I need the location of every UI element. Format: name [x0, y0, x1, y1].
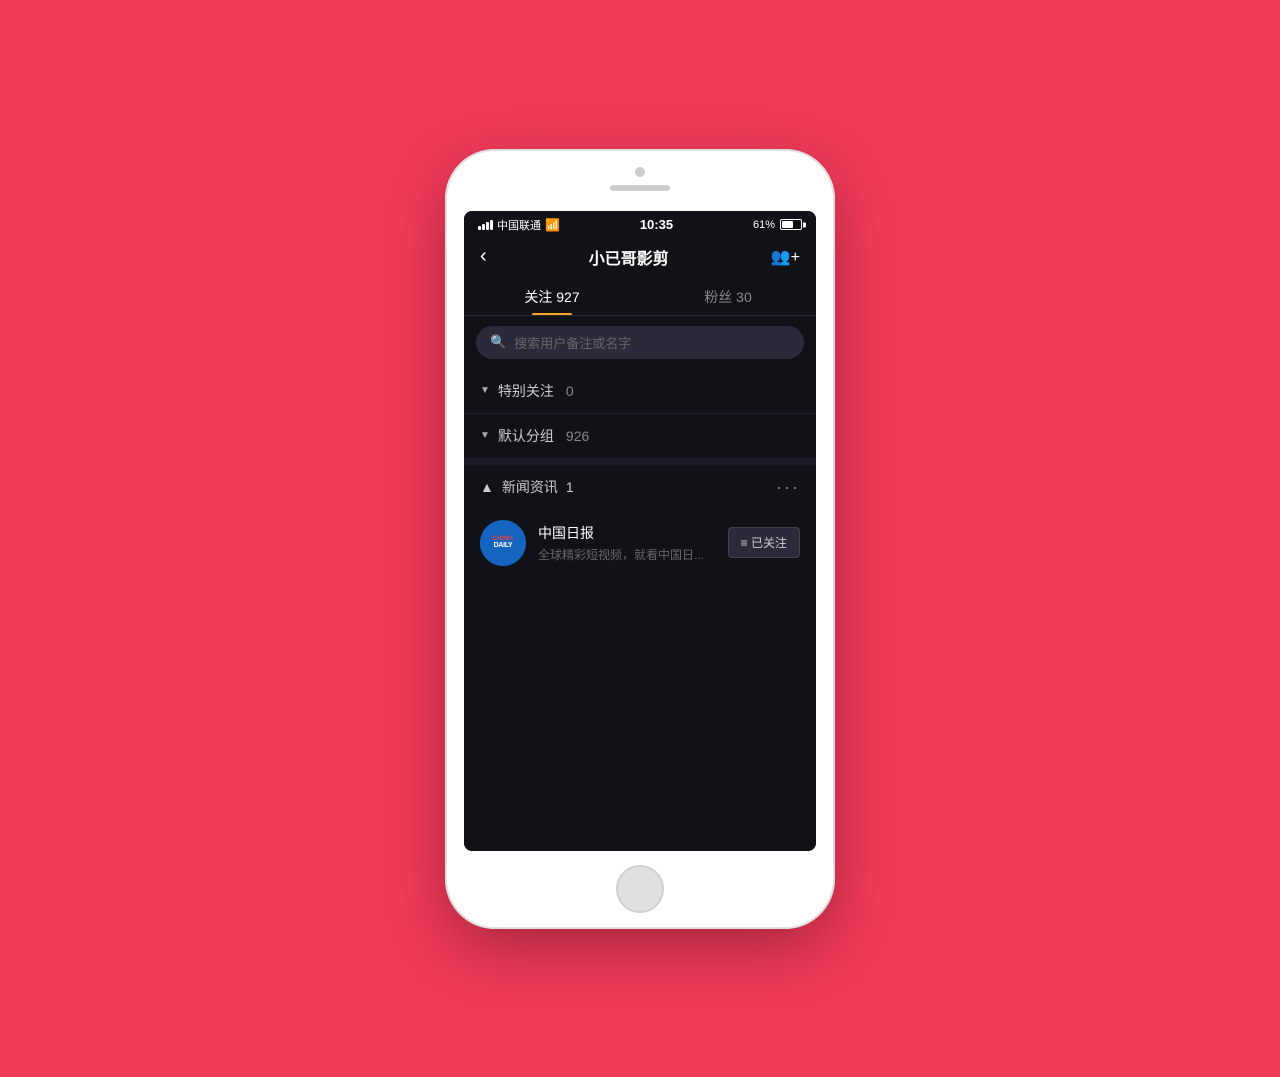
battery-icon — [780, 219, 802, 230]
status-time: 10:35 — [640, 217, 673, 232]
news-label: 新闻资讯 — [502, 477, 558, 497]
signal-bar-2 — [482, 224, 485, 230]
tabs-bar: 关注 927 粉丝 30 — [464, 277, 816, 316]
status-bar: 中国联通 📶 10:35 61% — [464, 211, 816, 237]
logo-daily-text: DAILY — [494, 542, 513, 549]
add-user-button[interactable]: 👥+ — [771, 247, 800, 267]
search-placeholder: 搜索用户备注或名字 — [514, 333, 631, 352]
collapse-icon-2: ▼ — [480, 430, 490, 441]
special-group-label: 特别关注 — [498, 381, 554, 401]
wifi-icon: 📶 — [545, 218, 560, 232]
phone-home-button[interactable] — [616, 865, 664, 913]
account-item: CHINA DAILY 中国日报 全球精彩短视频，就看中国日... ≡ 已关注 — [464, 510, 816, 576]
content-area: ▼ 特别关注 0 ▼ 默认分组 926 ▲ 新闻资讯 — [464, 369, 816, 851]
search-box[interactable]: 🔍 搜索用户备注或名字 — [476, 326, 804, 359]
search-icon: 🔍 — [490, 334, 506, 350]
search-container: 🔍 搜索用户备注或名字 — [464, 316, 816, 369]
signal-bar-1 — [478, 226, 481, 230]
tab-following[interactable]: 关注 927 — [464, 277, 640, 315]
status-left: 中国联通 📶 — [478, 217, 560, 233]
tab-followers[interactable]: 粉丝 30 — [640, 277, 816, 315]
battery-percent: 61% — [753, 219, 775, 231]
phone-screen: 中国联通 📶 10:35 61% ‹ 小已哥影剪 👥+ 关注 927 — [464, 211, 816, 851]
special-group-header[interactable]: ▼ 特别关注 0 — [464, 369, 816, 413]
news-header: ▲ 新闻资讯 1 ··· — [464, 465, 816, 510]
signal-bar-4 — [490, 220, 493, 230]
avatar: CHINA DAILY — [480, 520, 526, 566]
carrier-label: 中国联通 — [497, 217, 541, 233]
news-header-left[interactable]: ▲ 新闻资讯 1 — [480, 477, 574, 497]
nav-title: 小已哥影剪 — [589, 245, 669, 269]
news-count: 1 — [566, 479, 574, 495]
default-group-header[interactable]: ▼ 默认分组 926 — [464, 414, 816, 458]
nav-bar: ‹ 小已哥影剪 👥+ — [464, 237, 816, 277]
status-right: 61% — [753, 219, 802, 231]
phone-frame: 中国联通 📶 10:35 61% ‹ 小已哥影剪 👥+ 关注 927 — [445, 149, 835, 929]
phone-camera — [635, 167, 645, 177]
account-name: 中国日报 — [538, 523, 716, 543]
default-group-label: 默认分组 — [498, 426, 554, 446]
signal-bar-3 — [486, 222, 489, 230]
special-group-section: ▼ 特别关注 0 — [464, 369, 816, 414]
signal-bars — [478, 220, 493, 230]
account-description: 全球精彩短视频，就看中国日... — [538, 546, 716, 563]
account-info: 中国日报 全球精彩短视频，就看中国日... — [538, 523, 716, 563]
news-more-button[interactable]: ··· — [776, 477, 800, 498]
phone-speaker — [610, 185, 670, 191]
default-group-section: ▼ 默认分组 926 — [464, 414, 816, 459]
default-group-count: 926 — [566, 428, 589, 444]
follow-button[interactable]: ≡ 已关注 — [728, 527, 800, 558]
special-group-count: 0 — [566, 383, 574, 399]
back-button[interactable]: ‹ — [480, 245, 487, 268]
expand-icon: ▲ — [480, 479, 494, 495]
news-section: ▲ 新闻资讯 1 ··· CHINA DAILY 中国日报 全球精彩短视频，就看… — [464, 459, 816, 576]
collapse-icon: ▼ — [480, 385, 490, 396]
